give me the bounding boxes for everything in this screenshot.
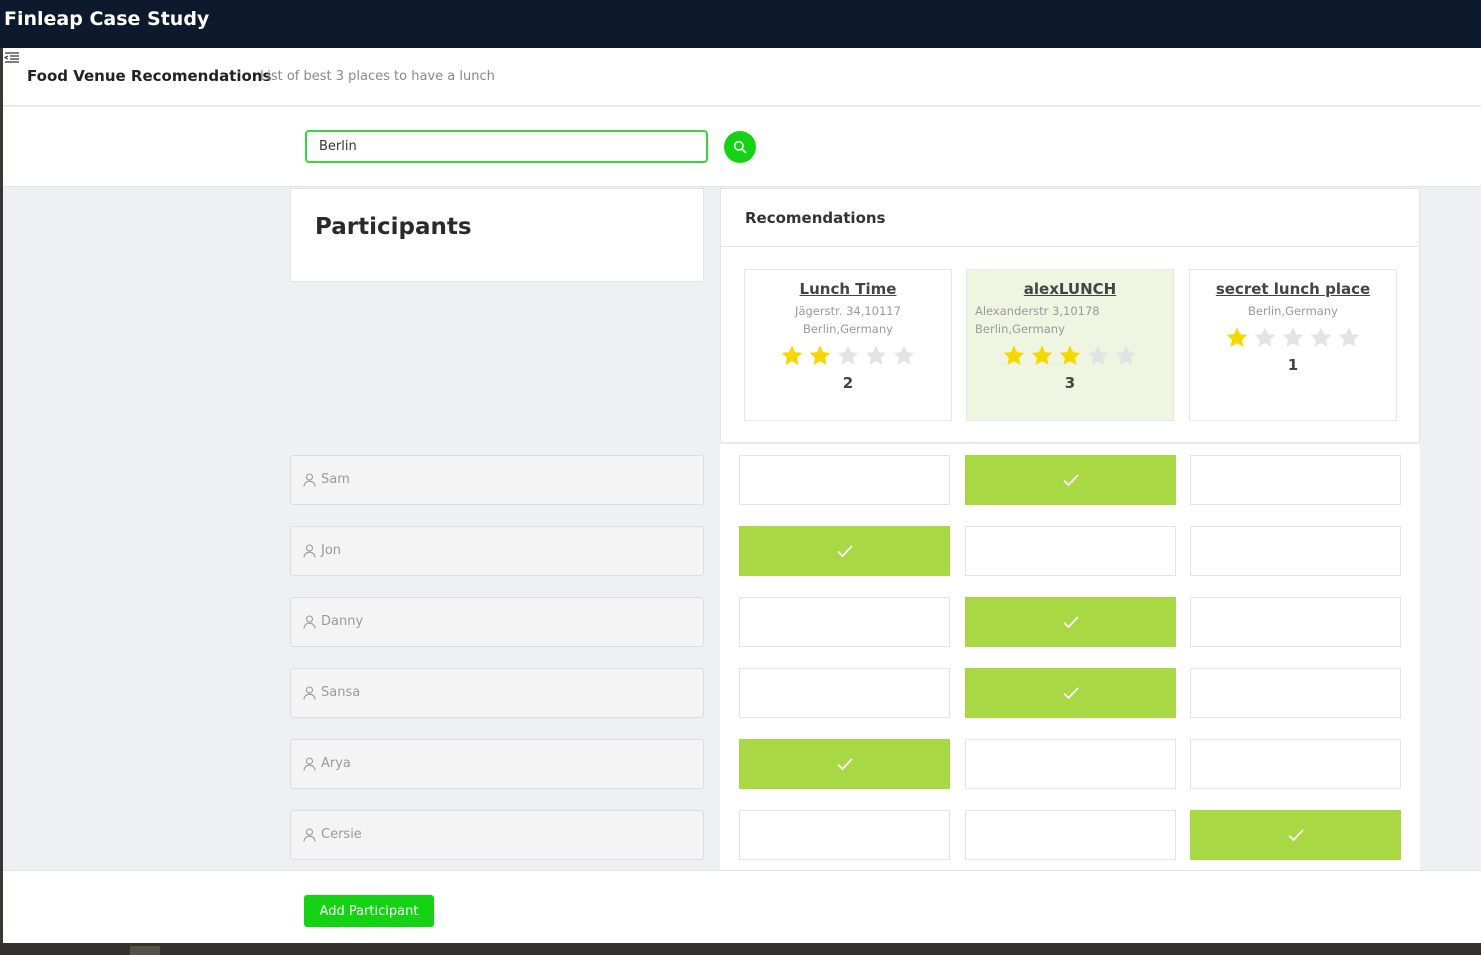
vote-cell[interactable] xyxy=(965,597,1176,647)
vote-cell[interactable] xyxy=(739,739,950,789)
star-icon xyxy=(1087,345,1109,365)
participants-title: Participants xyxy=(315,214,472,240)
participant-name: Danny xyxy=(321,614,364,629)
participant-row[interactable]: Sansa xyxy=(290,668,704,718)
venue-name-link[interactable]: alexLUNCH xyxy=(967,280,1173,298)
star-icon xyxy=(1115,345,1137,365)
star-icon xyxy=(1254,327,1276,347)
vote-cell[interactable] xyxy=(739,597,950,647)
vote-cell[interactable] xyxy=(965,455,1176,505)
recommendations-title: Recomendations xyxy=(745,209,886,227)
check-icon xyxy=(1062,687,1079,700)
participant-row[interactable]: Cersie xyxy=(290,810,704,860)
venue-card[interactable]: alexLUNCH Alexanderstr 3,10178 Berlin,Ger… xyxy=(966,269,1174,421)
participant-row[interactable]: Danny xyxy=(290,597,704,647)
vote-cell[interactable] xyxy=(965,526,1176,576)
app-window: Food Venue Recomendations List of best 3… xyxy=(3,48,1481,943)
star-icon xyxy=(1226,327,1248,347)
user-icon xyxy=(303,757,316,771)
venue-name-link[interactable]: Lunch Time xyxy=(745,280,951,298)
star-icon xyxy=(837,345,859,365)
participant-row[interactable]: Jon xyxy=(290,526,704,576)
check-icon xyxy=(1062,474,1079,487)
participant-row[interactable]: Arya xyxy=(290,739,704,789)
participant-name: Sansa xyxy=(321,685,361,700)
page-title: Food Venue Recomendations xyxy=(27,67,272,85)
venue-vote-count: 3 xyxy=(1064,374,1076,392)
top-bar: Finleap Case Study xyxy=(0,0,1481,48)
venue-rating xyxy=(967,344,1173,366)
venue-vote-count: 1 xyxy=(1287,356,1299,374)
check-icon xyxy=(1062,616,1079,629)
vote-cell[interactable] xyxy=(965,668,1176,718)
venue-rating xyxy=(1190,326,1396,348)
venue-address: Berlin,Germany xyxy=(1248,304,1338,318)
search-icon xyxy=(733,140,747,154)
participant-row[interactable]: Sam xyxy=(290,455,704,505)
venue-rating xyxy=(745,344,951,366)
recommendations-panel: Recomendations Lunch Time Jägerstr. 34,10… xyxy=(720,188,1420,443)
search-button[interactable] xyxy=(724,131,756,163)
star-icon xyxy=(893,345,915,365)
participant-name: Jon xyxy=(321,543,342,558)
city-search-input[interactable] xyxy=(305,130,708,163)
add-participant-button[interactable]: Add Participant xyxy=(304,895,434,927)
page-subtitle: List of best 3 places to have a lunch xyxy=(260,69,495,84)
user-icon xyxy=(303,615,316,629)
venue-vote-count: 2 xyxy=(842,374,854,392)
star-icon xyxy=(781,345,803,365)
footer: Add Participant xyxy=(3,870,1481,943)
venue-card[interactable]: secret lunch place Berlin,Germany 1 xyxy=(1189,269,1397,421)
star-icon xyxy=(1338,327,1360,347)
venue-address: Alexanderstr 3,10178 Berlin,Germany xyxy=(975,304,1100,336)
vote-cell[interactable] xyxy=(965,739,1176,789)
vote-cell[interactable] xyxy=(739,810,950,860)
participant-name: Cersie xyxy=(321,827,362,842)
star-icon xyxy=(1282,327,1304,347)
star-icon xyxy=(1003,345,1025,365)
vote-cell[interactable] xyxy=(965,810,1176,860)
user-icon xyxy=(303,828,316,842)
check-icon xyxy=(1287,829,1304,842)
participants-card: Participants xyxy=(290,188,704,282)
vote-cell[interactable] xyxy=(1190,455,1401,505)
star-icon xyxy=(1059,345,1081,365)
venue-card[interactable]: Lunch Time Jägerstr. 34,10117 Berlin,Germ… xyxy=(744,269,952,421)
vote-cell[interactable] xyxy=(1190,810,1401,860)
vote-cell[interactable] xyxy=(739,668,950,718)
taskbar-item[interactable] xyxy=(130,946,160,955)
vote-cell[interactable] xyxy=(1190,597,1401,647)
venue-address: Jägerstr. 34,10117 Berlin,Germany xyxy=(795,304,901,336)
user-icon xyxy=(303,686,316,700)
star-icon xyxy=(1031,345,1053,365)
vote-cell[interactable] xyxy=(739,526,950,576)
os-taskbar xyxy=(0,943,1481,955)
page-header: Food Venue Recomendations List of best 3… xyxy=(3,48,1481,106)
participant-name: Sam xyxy=(321,472,350,487)
user-icon xyxy=(303,473,316,487)
search-bar xyxy=(3,107,1481,187)
check-icon xyxy=(836,758,853,771)
venue-name-link[interactable]: secret lunch place xyxy=(1190,280,1396,298)
vote-cell[interactable] xyxy=(1190,526,1401,576)
star-icon xyxy=(809,345,831,365)
recommendations-divider xyxy=(721,246,1419,247)
app-title: Finleap Case Study xyxy=(4,8,210,30)
vote-cell[interactable] xyxy=(739,455,950,505)
star-icon xyxy=(1310,327,1332,347)
vote-cell[interactable] xyxy=(1190,739,1401,789)
star-icon xyxy=(865,345,887,365)
vote-cell[interactable] xyxy=(1190,668,1401,718)
user-icon xyxy=(303,544,316,558)
participant-name: Arya xyxy=(321,756,351,771)
check-icon xyxy=(836,545,853,558)
menu-collapse-icon[interactable] xyxy=(4,51,20,65)
